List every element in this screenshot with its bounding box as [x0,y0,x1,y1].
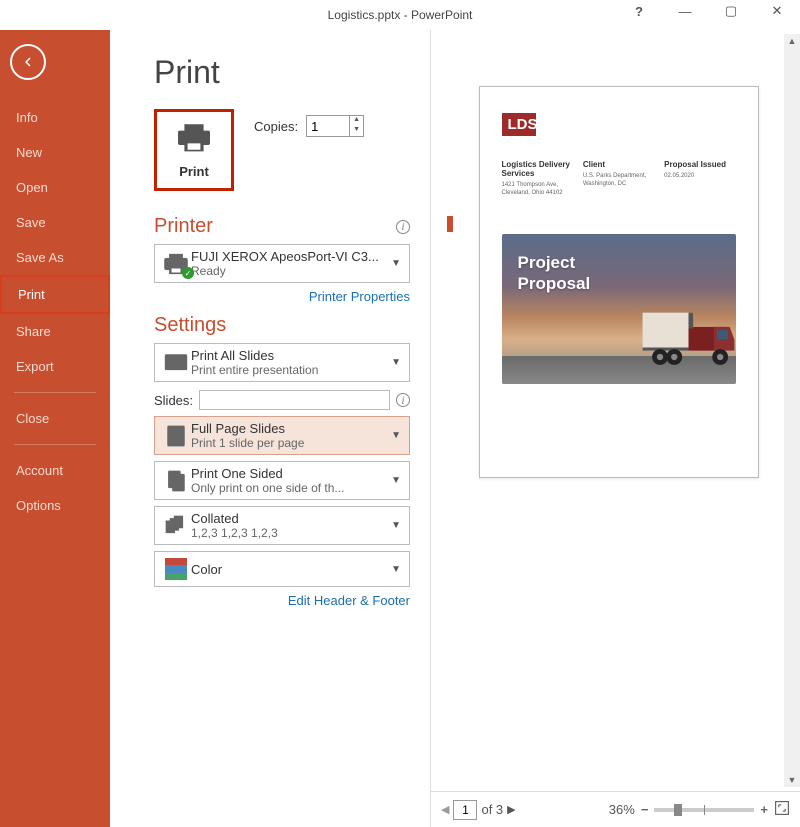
slides-input[interactable] [199,390,390,410]
printer-ready-icon: ✓ [182,267,194,279]
printer-icon [174,121,214,158]
margin-marker [447,216,453,232]
title-bar: Logistics.pptx - PowerPoint ? — ▢ ✕ [0,0,800,30]
copies-down-icon[interactable]: ▼ [350,126,363,136]
slides-info-icon[interactable]: i [396,393,410,407]
settings-section-header: Settings [154,314,226,337]
backstage-sidebar: Info New Open Save Save As Print Share E… [0,30,110,827]
window-title: Logistics.pptx - PowerPoint [328,8,473,22]
next-page-icon[interactable]: ▶ [507,803,515,816]
copies-label: Copies: [254,119,298,134]
preview-pane: ▲ ▼ LDS Logistics Delivery Services 1421… [430,30,800,827]
copies-spinner[interactable]: ▲ ▼ [306,115,364,137]
copies-up-icon[interactable]: ▲ [350,116,363,126]
collate-sub: 1,2,3 1,2,3 1,2,3 [191,526,389,540]
zoom-in-button[interactable]: + [760,802,768,817]
print-range-sub: Print entire presentation [191,363,389,377]
layout-dropdown[interactable]: Full Page Slides Print 1 slide per page … [154,416,410,455]
layout-title: Full Page Slides [191,421,389,436]
zoom-fit-button[interactable] [774,800,790,819]
print-button[interactable]: Print [154,109,234,191]
restore-icon[interactable]: ▢ [708,0,754,22]
printer-name: FUJI XEROX ApeosPort-VI C3... [191,249,389,264]
color-swatch-icon [161,558,191,580]
slide-preview: LDS Logistics Delivery Services 1421 Tho… [479,86,759,478]
page-input[interactable] [453,800,477,820]
zoom-slider[interactable] [654,808,754,812]
collated-icon [161,513,191,539]
preview-col2-line: U.S. Parks Department, Washington, DC [583,173,654,189]
minimize-icon[interactable]: — [662,0,708,22]
help-icon[interactable]: ? [616,0,662,22]
color-dropdown[interactable]: Color ▼ [154,551,410,587]
printer-info-icon[interactable]: i [396,220,410,234]
sidebar-item-saveas[interactable]: Save As [0,240,110,275]
print-button-label: Print [179,164,209,179]
preview-col3-head: Proposal Issued [664,160,735,169]
chevron-down-icon: ▼ [389,520,403,531]
preview-col1-line: 1421 Thompson Ave, Cleveland, Ohio 44102 [502,182,573,198]
printer-properties-link[interactable]: Printer Properties [154,289,410,304]
printer-dropdown[interactable]: ✓ FUJI XEROX ApeosPort-VI C3... Ready ▼ [154,244,410,283]
print-range-dropdown[interactable]: Print All Slides Print entire presentati… [154,343,410,382]
back-button[interactable] [10,44,46,80]
preview-footer: ◀ of 3 ▶ 36% − + [431,791,800,827]
chevron-down-icon: ▼ [389,357,403,368]
color-title: Color [191,562,389,577]
sidebar-item-save[interactable]: Save [0,205,110,240]
prev-page-icon[interactable]: ◀ [441,803,449,816]
slides-all-icon [161,350,191,376]
slides-label: Slides: [154,393,193,408]
truck-icon [641,298,736,378]
collate-dropdown[interactable]: Collated 1,2,3 1,2,3 1,2,3 ▼ [154,506,410,545]
onesided-icon [161,468,191,494]
sidebar-item-open[interactable]: Open [0,170,110,205]
fullpage-icon [161,423,191,449]
sidebar-item-export[interactable]: Export [0,349,110,384]
sidebar-item-print[interactable]: Print [0,275,110,314]
print-panel: Print Print Copies: ▲ ▼ Print [110,30,430,827]
chevron-down-icon: ▼ [389,430,403,441]
zoom-slider-thumb[interactable] [674,804,682,816]
sidebar-divider [14,444,96,445]
preview-col2-head: Client [583,160,654,169]
sidebar-item-close[interactable]: Close [0,401,110,436]
printer-section-header: Printer [154,215,213,238]
edit-header-footer-link[interactable]: Edit Header & Footer [154,593,410,608]
print-range-title: Print All Slides [191,348,389,363]
zoom-percent: 36% [609,802,635,817]
copies-input[interactable] [307,116,349,136]
close-icon[interactable]: ✕ [754,0,800,22]
zoom-out-button[interactable]: − [641,802,649,817]
page-total: of 3 [481,802,503,817]
page-title: Print [154,54,410,91]
preview-photo: Project Proposal [502,234,736,384]
sidebar-item-account[interactable]: Account [0,453,110,488]
preview-col3-line: 02.05.2020 [664,173,735,181]
preview-photo-title-l1: Project [518,253,576,272]
preview-photo-title-l2: Proposal [518,274,591,293]
sides-title: Print One Sided [191,466,389,481]
window-controls: ? — ▢ ✕ [616,0,800,22]
layout-sub: Print 1 slide per page [191,436,389,450]
sidebar-item-share[interactable]: Share [0,314,110,349]
sides-dropdown[interactable]: Print One Sided Only print on one side o… [154,461,410,500]
sidebar-item-info[interactable]: Info [0,100,110,135]
collate-title: Collated [191,511,389,526]
sides-sub: Only print on one side of th... [191,481,389,495]
chevron-down-icon: ▼ [389,258,403,269]
preview-col1-head: Logistics Delivery Services [502,160,573,178]
sidebar-item-new[interactable]: New [0,135,110,170]
printer-status-text: Ready [191,264,389,278]
chevron-down-icon: ▼ [389,475,403,486]
sidebar-item-options[interactable]: Options [0,488,110,523]
preview-brand: LDS [502,113,536,136]
sidebar-divider-accent [14,392,96,393]
chevron-down-icon: ▼ [389,564,403,575]
